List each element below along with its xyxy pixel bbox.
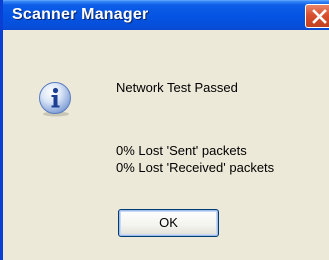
message-heading: Network Test Passed — [116, 80, 238, 95]
close-icon — [312, 9, 327, 24]
received-packets-text: 0% Lost 'Received' packets — [116, 160, 275, 175]
window-title: Scanner Manager — [12, 6, 149, 23]
close-button[interactable] — [305, 4, 329, 28]
title-bar[interactable]: Scanner Manager — [3, 0, 329, 30]
dialog-window: Scanner Manager Network Test Passed 0% L… — [0, 0, 329, 260]
ok-button[interactable]: OK — [118, 209, 219, 237]
sent-packets-text: 0% Lost 'Sent' packets — [116, 143, 247, 158]
information-icon — [39, 82, 71, 117]
